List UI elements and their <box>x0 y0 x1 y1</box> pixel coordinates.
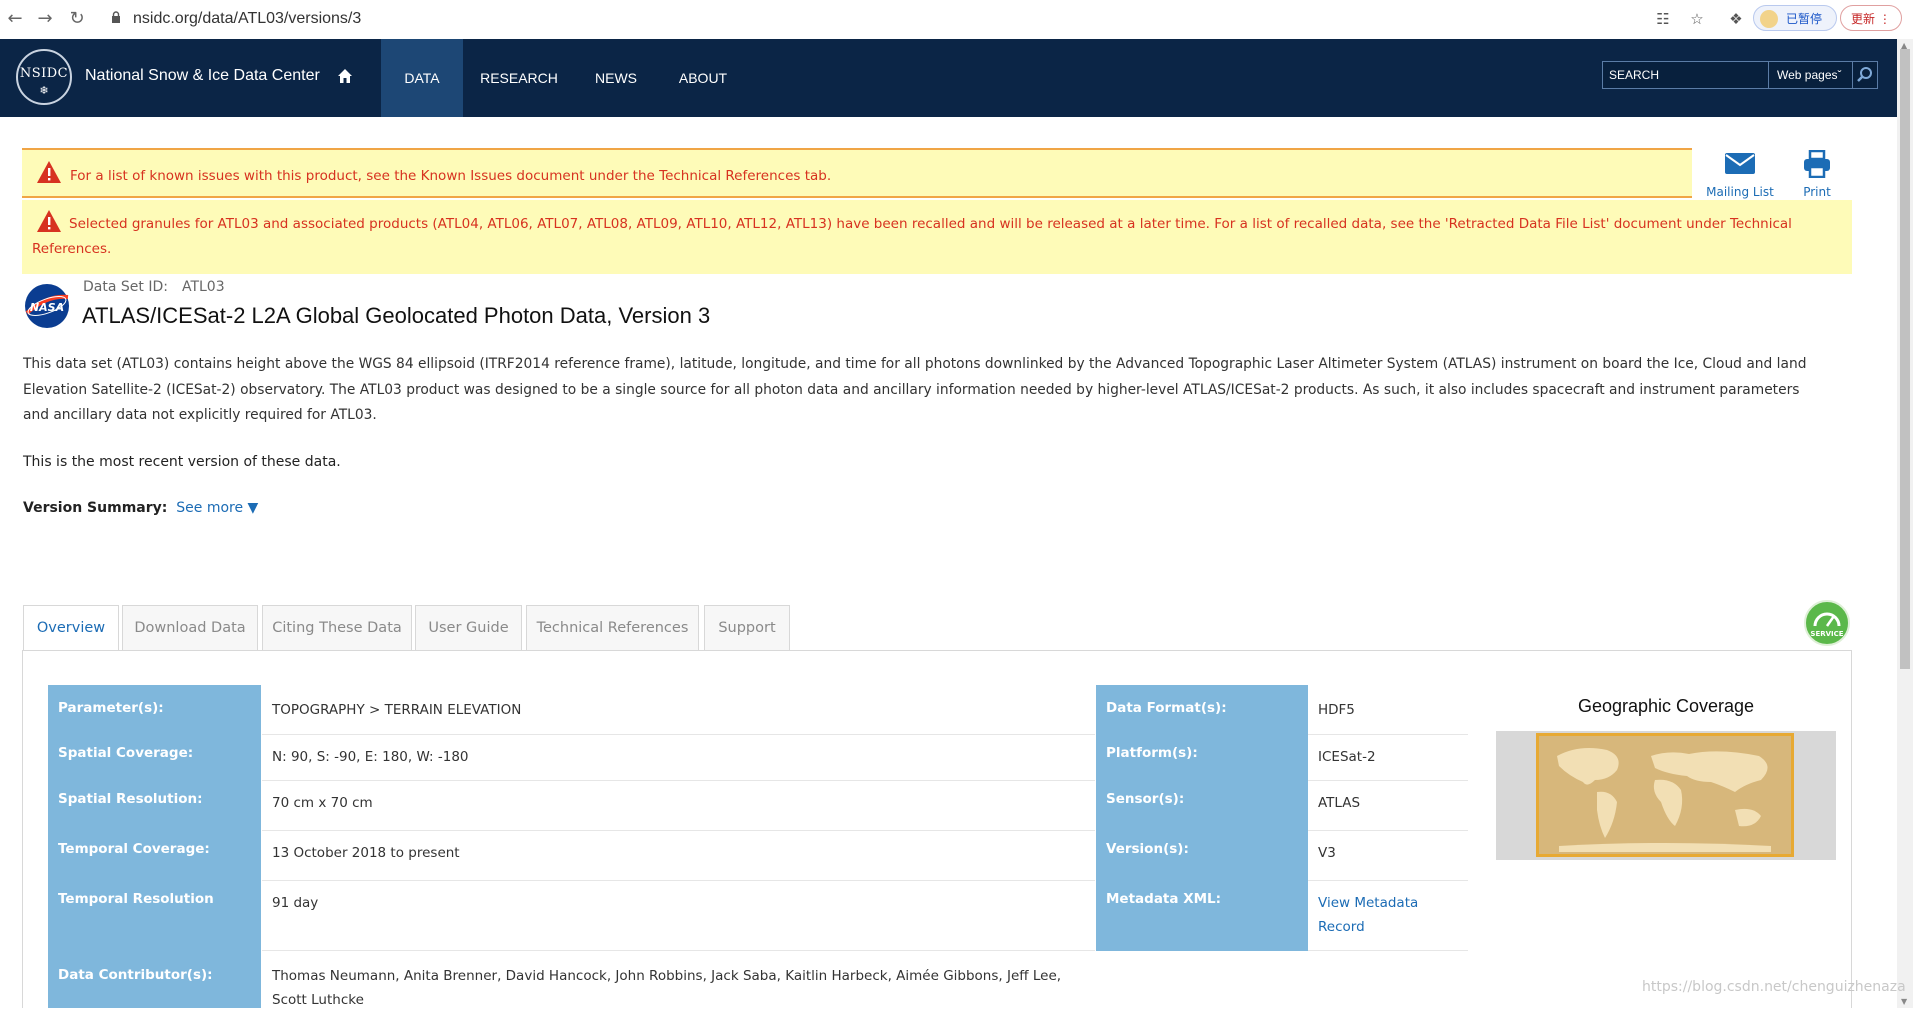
print-button[interactable]: Print <box>1790 149 1844 199</box>
home-icon[interactable] <box>336 67 354 85</box>
warning-icon <box>37 210 61 232</box>
back-arrow-icon[interactable]: ← <box>4 8 26 30</box>
see-more-link[interactable]: See more ▼ <box>176 500 258 516</box>
forward-arrow-icon[interactable]: → <box>34 8 56 30</box>
value-versions: V3 <box>1308 831 1468 881</box>
caret-down-icon: ▼ <box>247 500 259 516</box>
tab-user-guide[interactable]: User Guide <box>415 605 522 650</box>
scrollbar-thumb[interactable] <box>1900 49 1910 669</box>
service-badge[interactable]: SERVICE <box>1804 600 1850 646</box>
label-parameters: Parameter(s): <box>48 685 261 735</box>
nav-news[interactable]: NEWS <box>590 39 642 117</box>
address-bar[interactable]: nsidc.org/data/ATL03/versions/3 <box>133 10 361 28</box>
label-metadata-xml: Metadata XML: <box>1096 881 1308 951</box>
snowflake-icon: ❄ <box>39 84 49 97</box>
search-icon <box>1857 67 1872 82</box>
label-temporal-resolution: Temporal Resolution <box>48 881 261 951</box>
update-button[interactable]: 更新 ⋮ <box>1840 5 1902 31</box>
avatar <box>1760 10 1778 28</box>
label-data-format: Data Format(s): <box>1096 685 1308 735</box>
printer-icon <box>1804 149 1830 179</box>
browser-toolbar: ← → ↻ nsidc.org/data/ATL03/versions/3 ☷ … <box>0 0 1913 40</box>
label-platforms: Platform(s): <box>1096 735 1308 781</box>
label-versions: Version(s): <box>1096 831 1308 881</box>
svg-text:NASA: NASA <box>30 301 64 314</box>
gauge-icon <box>1813 612 1841 627</box>
scrollbar[interactable]: ▲ ▼ <box>1897 39 1913 1008</box>
world-map <box>1536 733 1794 857</box>
geographic-coverage-title: Geographic Coverage <box>1577 696 1755 716</box>
recalled-alert: Selected granules for ATL03 and associat… <box>22 200 1852 274</box>
page-title: ATLAS/ICESat-2 L2A Global Geolocated Pho… <box>82 303 711 328</box>
dataset-description: This data set (ATL03) contains height ab… <box>23 356 1807 423</box>
value-temporal-resolution: 91 day <box>262 881 1095 951</box>
tab-download-data[interactable]: Download Data <box>122 605 258 650</box>
value-platforms: ICESat-2 <box>1308 735 1468 781</box>
profile-paused-button[interactable]: 已暂停 <box>1753 5 1837 31</box>
star-bookmark-icon[interactable]: ☆ <box>1686 8 1708 30</box>
site-header: NSIDC ❄ National Snow & Ice Data Center … <box>0 39 1897 117</box>
envelope-icon <box>1725 153 1755 174</box>
value-metadata-xml: View Metadata Record <box>1308 881 1468 951</box>
view-metadata-record-link[interactable]: View Metadata Record <box>1318 895 1418 935</box>
search-input[interactable]: SEARCH <box>1602 61 1769 89</box>
extensions-icon[interactable]: ❖ <box>1725 8 1747 30</box>
geographic-coverage-map[interactable] <box>1496 731 1836 860</box>
value-data-format: HDF5 <box>1308 685 1468 735</box>
known-issues-alert: For a list of known issues with this pro… <box>22 148 1692 198</box>
label-sensors: Sensor(s): <box>1096 781 1308 831</box>
value-temporal-coverage: 13 October 2018 to present <box>262 831 1095 881</box>
lock-icon <box>112 11 120 23</box>
version-summary: Version Summary: See more ▼ <box>23 500 259 516</box>
value-data-contributors: Thomas Neumann, Anita Brenner, David Han… <box>272 968 1062 1008</box>
label-spatial-resolution: Spatial Resolution: <box>48 781 261 831</box>
recent-version-note: This is the most recent version of these… <box>23 454 341 470</box>
nsidc-logo[interactable]: NSIDC ❄ <box>16 49 72 105</box>
search-scope-select[interactable]: Web pagesˇ <box>1769 61 1853 89</box>
nav-about[interactable]: ABOUT <box>674 39 732 117</box>
mailing-list-button[interactable]: Mailing List <box>1700 150 1780 199</box>
search-button[interactable] <box>1853 61 1878 89</box>
nav-data[interactable]: DATA <box>381 39 463 117</box>
warning-icon <box>37 161 61 183</box>
value-spatial-coverage: N: 90, S: -90, E: 180, W: -180 <box>262 735 1095 781</box>
tab-technical-references[interactable]: Technical References <box>526 605 699 650</box>
watermark: https://blog.csdn.net/chenguizhenaza <box>1642 979 1906 995</box>
dataset-id: Data Set ID: ATL03 <box>83 279 225 295</box>
reload-icon[interactable]: ↻ <box>66 8 88 30</box>
value-sensors: ATLAS <box>1308 781 1468 831</box>
translate-icon[interactable]: ☷ <box>1652 8 1674 30</box>
scroll-down-icon[interactable]: ▼ <box>1901 997 1907 1006</box>
nav-research[interactable]: RESEARCH <box>480 39 558 117</box>
nasa-logo: NASA <box>25 284 69 328</box>
label-temporal-coverage: Temporal Coverage: <box>48 831 261 881</box>
value-parameters: TOPOGRAPHY > TERRAIN ELEVATION <box>262 685 1095 735</box>
label-data-contributors: Data Contributor(s): <box>48 951 261 1008</box>
tab-citing-these-data[interactable]: Citing These Data <box>262 605 412 650</box>
tab-overview[interactable]: Overview <box>23 605 119 651</box>
label-spatial-coverage: Spatial Coverage: <box>48 735 261 781</box>
site-name[interactable]: National Snow & Ice Data Center <box>85 67 320 85</box>
value-spatial-resolution: 70 cm x 70 cm <box>262 781 1095 831</box>
world-map-landmass <box>1557 748 1771 852</box>
tab-support[interactable]: Support <box>704 605 790 650</box>
